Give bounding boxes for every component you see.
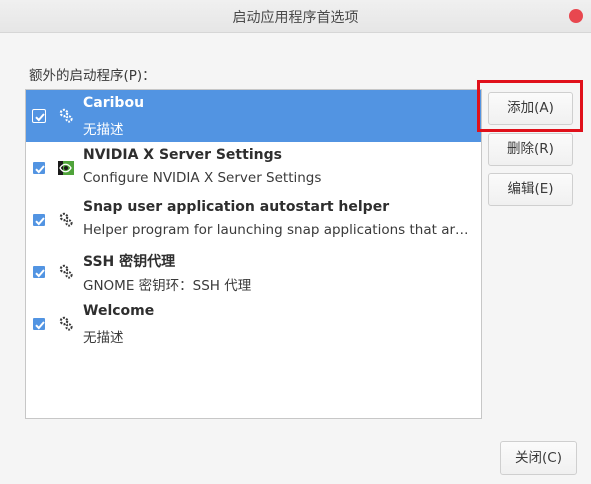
checkbox[interactable] (32, 109, 46, 123)
edit-button[interactable]: 编辑(E) (488, 173, 573, 206)
program-description: Configure NVIDIA X Server Settings (83, 170, 322, 186)
checkbox[interactable] (32, 265, 46, 279)
program-name: SSH 密钥代理 (83, 254, 176, 270)
program-name: Welcome (83, 303, 155, 319)
nvidia-icon (58, 161, 74, 175)
gear-icon (59, 316, 73, 331)
remove-button[interactable]: 删除(R) (488, 133, 573, 166)
program-description: 无描述 (83, 122, 124, 138)
gear-icon (59, 212, 73, 227)
checkbox[interactable] (32, 161, 46, 175)
close-button[interactable]: 关闭(C) (500, 441, 577, 475)
program-description: 无描述 (83, 330, 124, 346)
checkbox[interactable] (32, 213, 46, 227)
list-item[interactable]: Snap user application autostart helper H… (26, 194, 481, 246)
startup-programs-label: 额外的启动程序(P)： (29, 68, 156, 84)
gear-icon (59, 108, 73, 123)
title-bar: 启动应用程序首选项 (0, 0, 591, 33)
list-item[interactable]: Caribou 无描述 (26, 90, 481, 142)
list-item[interactable]: NVIDIA X Server Settings Configure NVIDI… (26, 142, 481, 194)
program-name: Caribou (83, 95, 145, 111)
program-description: Helper program for launching snap applic… (83, 222, 469, 238)
window-title: 启动应用程序首选项 (232, 10, 359, 26)
list-item[interactable]: Welcome 无描述 (26, 298, 481, 350)
program-name: NVIDIA X Server Settings (83, 147, 282, 163)
startup-programs-list[interactable]: Caribou 无描述 NVIDIA X Server Settings Con… (25, 89, 482, 419)
startup-preferences-window: 启动应用程序首选项 额外的启动程序(P)： Caribou 无描述 NVIDIA… (0, 0, 591, 484)
close-icon[interactable] (569, 9, 583, 23)
checkbox[interactable] (32, 317, 46, 331)
program-name: Snap user application autostart helper (83, 199, 390, 215)
list-item[interactable]: SSH 密钥代理 GNOME 密钥环：SSH 代理 (26, 246, 481, 298)
highlight-annotation (477, 80, 583, 132)
program-description: GNOME 密钥环：SSH 代理 (83, 278, 252, 294)
gear-icon (59, 264, 73, 279)
